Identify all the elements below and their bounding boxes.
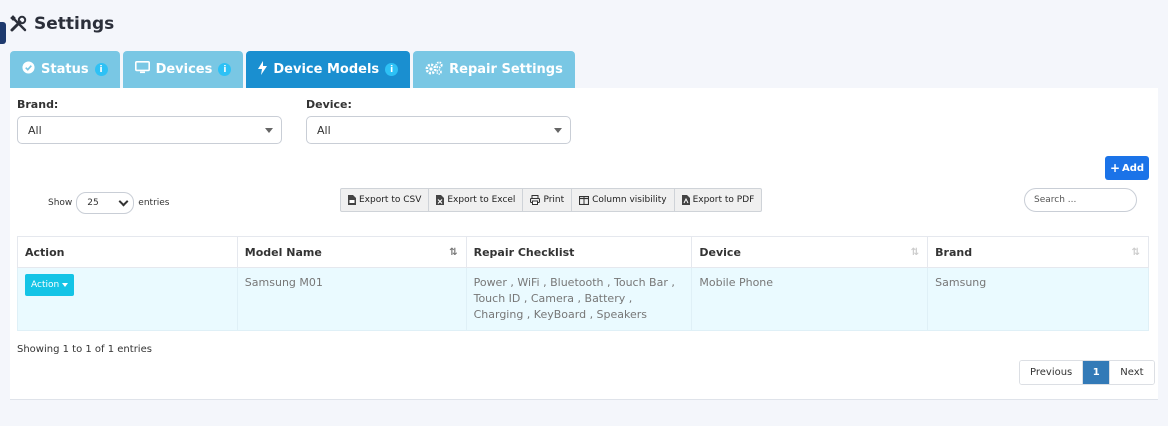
tab-label: Status (41, 62, 89, 77)
entries-label: entries (138, 198, 170, 208)
column-header-action: Action (17, 236, 238, 268)
tab-label: Device Models (273, 62, 380, 77)
page-length-control: Show 25 entries (48, 192, 170, 214)
sidebar-toggle-tab[interactable] (0, 22, 6, 44)
tab-label: Repair Settings (449, 62, 563, 77)
check-circle-icon (22, 61, 35, 78)
export-pdf-button[interactable]: Export to PDF (675, 189, 762, 211)
cell-repair-checklist: Power , WiFi , Bluetooth , Touch Bar , T… (465, 267, 693, 331)
previous-page-button[interactable]: Previous (1020, 361, 1084, 384)
export-excel-button[interactable]: Export to Excel (429, 189, 524, 211)
caret-down-icon (62, 283, 69, 287)
row-action-dropdown-button[interactable]: Action (25, 274, 75, 296)
brand-filter-label: Brand: (17, 98, 59, 111)
row-action-label: Action (31, 280, 60, 290)
file-excel-icon (436, 195, 445, 205)
show-label: Show (48, 198, 73, 208)
search-input[interactable] (1024, 188, 1137, 212)
print-icon (530, 195, 541, 205)
file-csv-icon (348, 195, 356, 205)
plus-icon: + (1109, 161, 1120, 175)
export-csv-label: Export to CSV (359, 195, 422, 205)
print-button[interactable]: Print (523, 189, 573, 211)
sort-icon: ⇅ (1131, 247, 1140, 258)
caret-down-icon (554, 128, 562, 133)
print-label: Print (543, 195, 565, 205)
device-filter-label: Device: (306, 98, 352, 111)
device-select[interactable]: All (306, 116, 571, 144)
export-excel-label: Export to Excel (447, 195, 516, 205)
cell-model-name: Samsung M01 (236, 267, 467, 331)
monitor-icon (134, 61, 150, 78)
column-header-repair-checklist: Repair Checklist (465, 236, 693, 268)
export-csv-button[interactable]: Export to CSV (341, 189, 430, 211)
column-visibility-button[interactable]: Column visibility (572, 189, 675, 211)
tab-label: Devices (155, 62, 213, 77)
page-length-value: 25 (87, 198, 99, 208)
column-header-brand[interactable]: Brand ⇅ (927, 236, 1149, 268)
column-header-model-name[interactable]: Model Name ⇅ (236, 236, 467, 268)
bolt-icon (258, 60, 268, 79)
info-icon[interactable]: i (218, 63, 232, 76)
sort-icon: ⇅ (910, 247, 920, 258)
pagination: Previous 1 Next (1019, 360, 1155, 385)
table-row: Action Samsung M01 Power , WiFi , Blueto… (17, 267, 1149, 331)
add-button-label: Add (1122, 162, 1145, 174)
tab-device-models[interactable]: Device Models i (246, 51, 411, 88)
columns-icon (579, 195, 590, 205)
table-header-row: Action Model Name ⇅ Repair Checklist Devi… (17, 236, 1149, 268)
settings-tabs: Status i Devices i Device Models i Repai… (10, 51, 575, 88)
brand-select-value: All (28, 123, 42, 137)
export-pdf-label: Export to PDF (692, 195, 755, 205)
tab-status[interactable]: Status i (10, 51, 120, 88)
device-models-panel: Brand: All Device: All + Add Show 25 ent… (10, 88, 1158, 400)
file-pdf-icon (681, 195, 690, 205)
brand-select[interactable]: All (17, 116, 282, 144)
cell-brand: Samsung (927, 267, 1149, 331)
export-buttons: Export to CSV Export to Excel Print Colu… (340, 188, 763, 212)
column-visibility-label: Column visibility (592, 195, 667, 205)
page-1-button[interactable]: 1 (1083, 361, 1111, 384)
table-info: Showing 1 to 1 of 1 entries (17, 344, 152, 355)
gears-icon (425, 60, 443, 79)
cell-device: Mobile Phone (691, 267, 929, 331)
sort-icon: ⇅ (449, 247, 458, 258)
page-header: Settings (9, 14, 114, 34)
info-icon[interactable]: i (385, 63, 399, 76)
cell-action: Action (17, 267, 238, 331)
device-select-value: All (317, 123, 331, 137)
chevron-down-icon (118, 196, 129, 207)
page-length-select[interactable]: 25 (76, 192, 135, 214)
tab-repair-settings[interactable]: Repair Settings (413, 51, 575, 88)
caret-down-icon (265, 128, 273, 133)
device-models-table: Action Model Name ⇅ Repair Checklist Devi… (17, 236, 1149, 331)
tools-icon (9, 14, 29, 34)
tab-devices[interactable]: Devices i (122, 51, 244, 88)
next-page-button[interactable]: Next (1110, 361, 1154, 384)
info-icon[interactable]: i (94, 63, 108, 76)
column-header-device[interactable]: Device ⇅ (691, 236, 929, 268)
page-title: Settings (34, 14, 115, 34)
add-button[interactable]: + Add (1105, 156, 1149, 180)
